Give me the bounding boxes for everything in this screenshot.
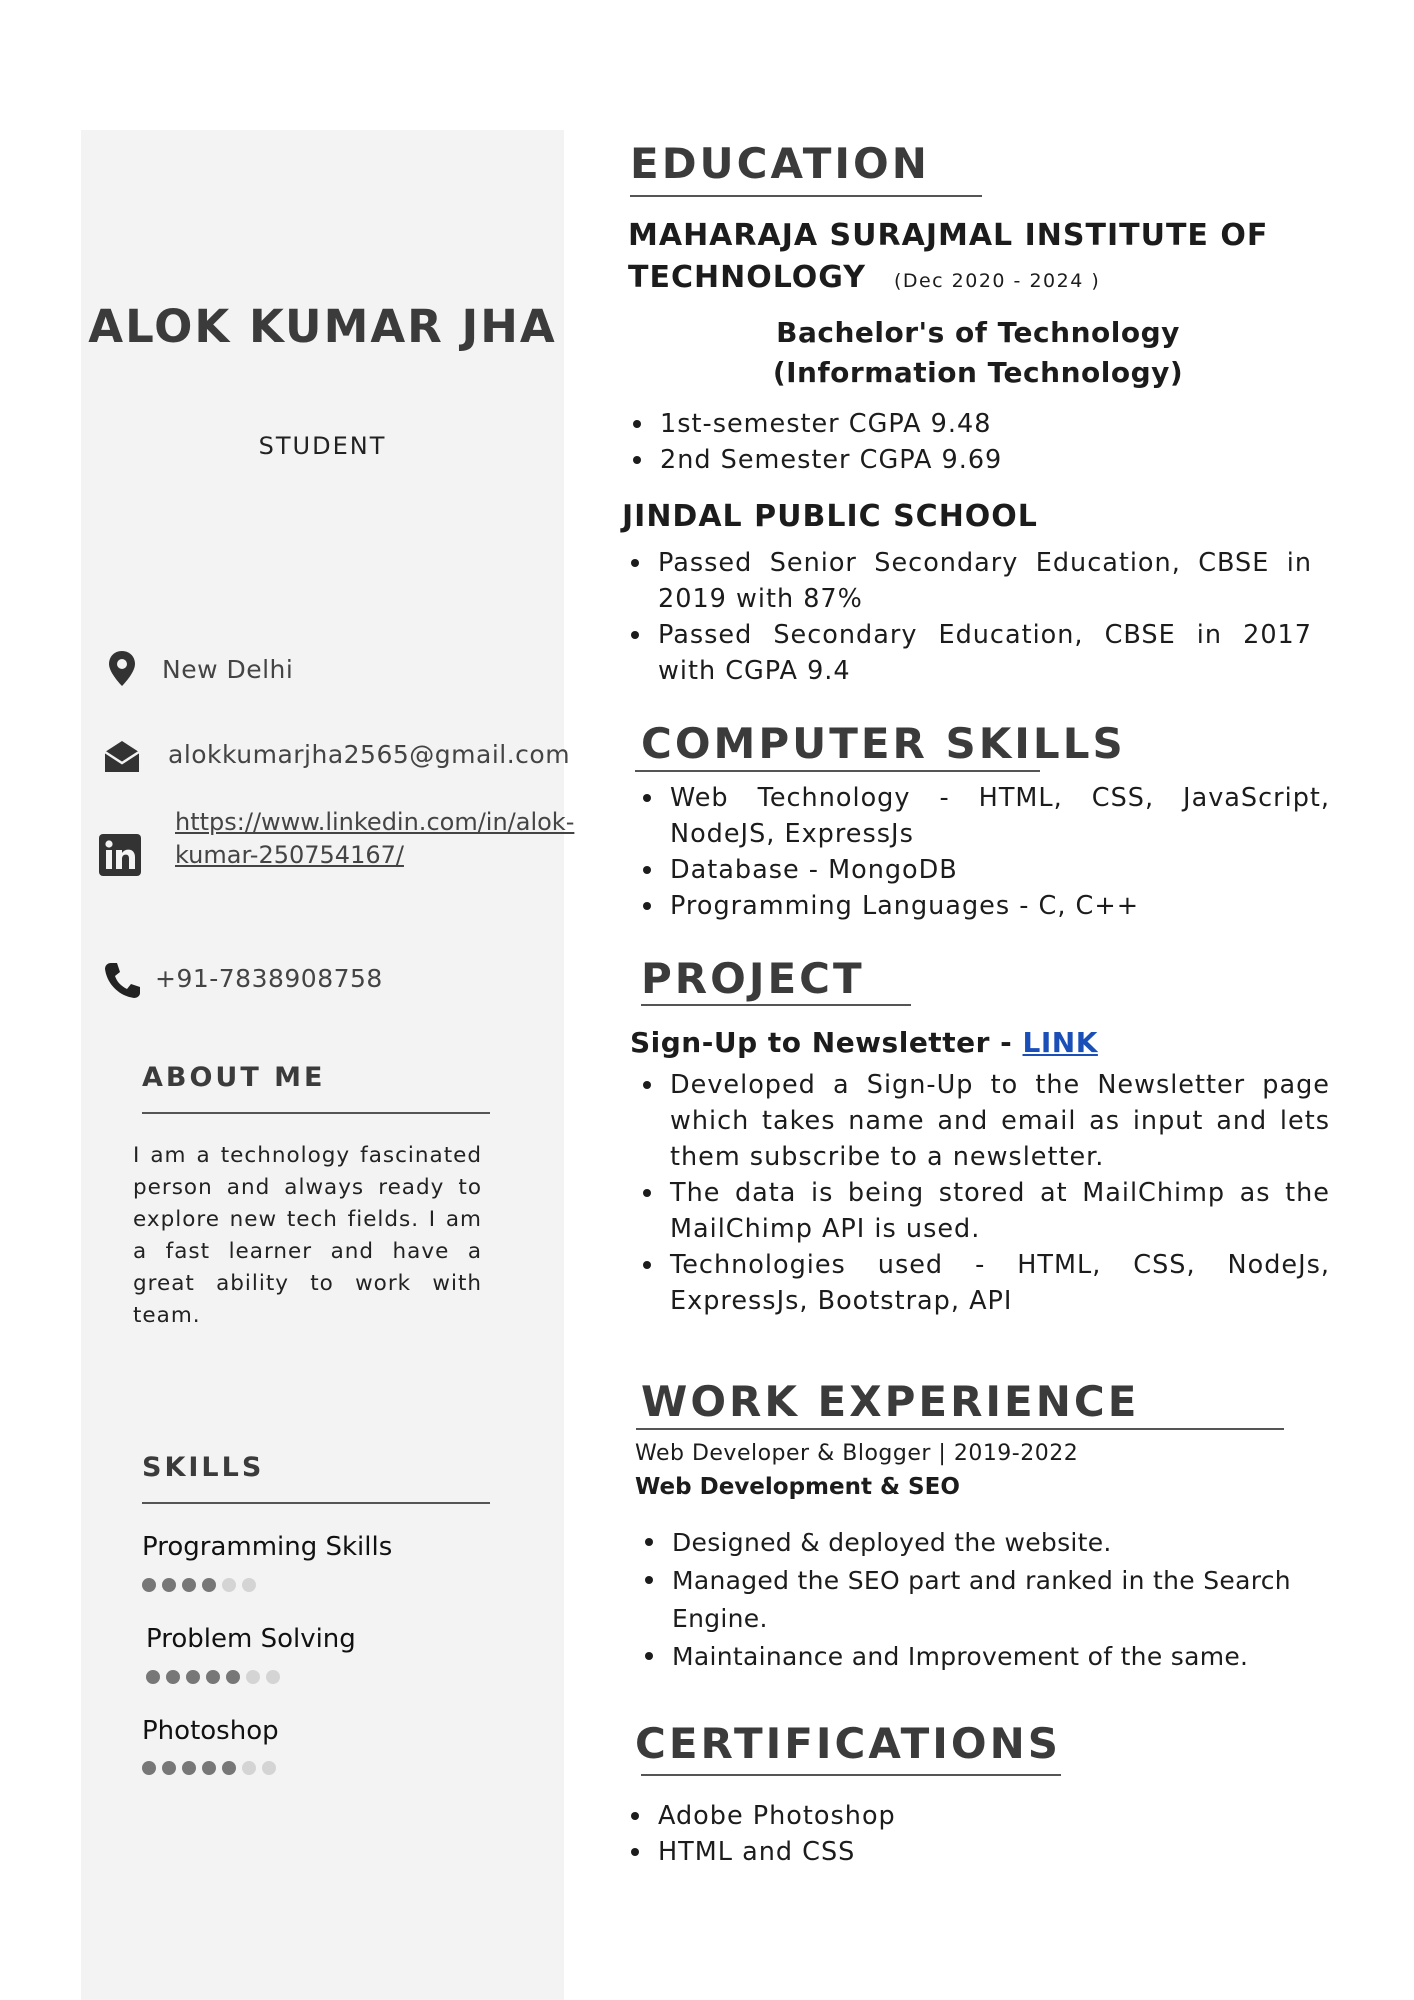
profile-name: ALOK KUMAR JHA (88, 300, 557, 353)
list-item: Passed Senior Secondary Education, CBSE … (628, 545, 1312, 617)
rating-dot (202, 1761, 216, 1775)
school-name: JINDAL PUBLIC SCHOOL (622, 499, 1038, 534)
computer-skills-heading: COMPUTER SKILLS (641, 719, 1126, 768)
about-heading: ABOUT ME (142, 1062, 326, 1093)
list-item: Database - MongoDB (640, 852, 1330, 888)
project-divider (641, 1004, 911, 1006)
rating-dot (166, 1670, 180, 1684)
skills-divider (142, 1502, 490, 1504)
rating-dot (246, 1670, 260, 1684)
rating-dot (242, 1578, 256, 1592)
college-results-list: 1st-semester CGPA 9.48 2nd Semester CGPA… (630, 406, 1330, 478)
certifications-list: Adobe Photoshop HTML and CSS (628, 1798, 1228, 1870)
rating-dot (146, 1670, 160, 1684)
phone-icon (102, 960, 142, 1000)
rating-dot (186, 1670, 200, 1684)
skill-rating-programming (142, 1578, 256, 1592)
degree-line2: (Information Technology) (772, 356, 1184, 389)
email-icon (102, 736, 142, 776)
education-divider (630, 195, 982, 197)
skills-heading: SKILLS (142, 1452, 265, 1483)
work-duties-list: Designed & deployed the website. Managed… (642, 1524, 1322, 1676)
rating-dot (162, 1761, 176, 1775)
rating-dot (182, 1761, 196, 1775)
list-item: 2nd Semester CGPA 9.69 (630, 442, 1330, 478)
certifications-divider (641, 1774, 1061, 1776)
project-heading: PROJECT (641, 954, 865, 1003)
work-divider (636, 1428, 1284, 1430)
rating-dot (182, 1578, 196, 1592)
list-item: Passed Secondary Education, CBSE in 2017… (628, 617, 1312, 689)
work-focus: Web Development & SEO (635, 1474, 960, 1500)
project-details-list: Developed a Sign-Up to the Newsletter pa… (640, 1067, 1330, 1319)
project-title-text: Sign-Up to Newsletter (630, 1026, 990, 1059)
rating-dot (226, 1670, 240, 1684)
work-heading: WORK EXPERIENCE (641, 1377, 1140, 1426)
linkedin-link[interactable]: https://www.linkedin.com/in/alok-kumar-2… (175, 806, 574, 872)
college-name-line2: TECHNOLOGY (628, 260, 866, 295)
list-item: Maintainance and Improvement of the same… (642, 1638, 1322, 1676)
college-name-line1: MAHARAJA SURAJMAL INSTITUTE OF (628, 218, 1269, 253)
list-item: Managed the SEO part and ranked in the S… (642, 1562, 1322, 1638)
college-dates: (Dec 2020 - 2024 ) (893, 270, 1101, 292)
about-divider (142, 1112, 490, 1114)
location-text: New Delhi (162, 655, 294, 684)
linkedin-icon[interactable] (99, 834, 141, 876)
list-item: The data is being stored at MailChimp as… (640, 1175, 1330, 1247)
list-item: Web Technology - HTML, CSS, JavaScript, … (640, 780, 1330, 852)
phone-text: +91-7838908758 (155, 964, 383, 993)
degree-line1: Bachelor's of Technology (776, 316, 1180, 349)
profile-role: STUDENT (258, 432, 387, 460)
project-link[interactable]: LINK (1023, 1026, 1098, 1059)
skill-label-programming: Programming Skills (142, 1532, 393, 1562)
list-item: HTML and CSS (628, 1834, 1228, 1870)
list-item: Developed a Sign-Up to the Newsletter pa… (640, 1067, 1330, 1175)
rating-dot (262, 1761, 276, 1775)
skill-rating-problem-solving (146, 1670, 280, 1684)
list-item: Technologies used - HTML, CSS, NodeJs, E… (640, 1247, 1330, 1319)
education-heading: EDUCATION (630, 139, 930, 188)
rating-dot (202, 1578, 216, 1592)
computer-skills-list: Web Technology - HTML, CSS, JavaScript, … (640, 780, 1330, 924)
rating-dot (162, 1578, 176, 1592)
school-results-list: Passed Senior Secondary Education, CBSE … (628, 545, 1312, 689)
list-item: Adobe Photoshop (628, 1798, 1228, 1834)
list-item: Designed & deployed the website. (642, 1524, 1322, 1562)
list-item: 1st-semester CGPA 9.48 (630, 406, 1330, 442)
project-title: Sign-Up to Newsletter - LINK (630, 1026, 1098, 1059)
certifications-heading: CERTIFICATIONS (635, 1719, 1062, 1768)
rating-dot (222, 1761, 236, 1775)
work-role-line: Web Developer & Blogger | 2019-2022 (635, 1441, 1079, 1466)
degree: Bachelor's of Technology (Information Te… (628, 313, 1328, 393)
list-item: Programming Languages - C, C++ (640, 888, 1330, 924)
location-pin-icon (102, 648, 142, 688)
rating-dot (222, 1578, 236, 1592)
skill-rating-photoshop (142, 1761, 276, 1775)
about-text: I am a technology fascinated person and … (133, 1143, 482, 1328)
rating-dot (142, 1761, 156, 1775)
skill-label-problem-solving: Problem Solving (146, 1624, 356, 1654)
college-name: MAHARAJA SURAJMAL INSTITUTE OF TECHNOLOG… (628, 215, 1348, 302)
project-title-separator: - (989, 1026, 1023, 1059)
rating-dot (266, 1670, 280, 1684)
rating-dot (206, 1670, 220, 1684)
email-link[interactable]: alokkumarjha2565@gmail.com (168, 740, 570, 769)
computer-skills-divider (635, 770, 1040, 772)
skill-label-photoshop: Photoshop (142, 1716, 279, 1746)
rating-dot (242, 1761, 256, 1775)
rating-dot (142, 1578, 156, 1592)
